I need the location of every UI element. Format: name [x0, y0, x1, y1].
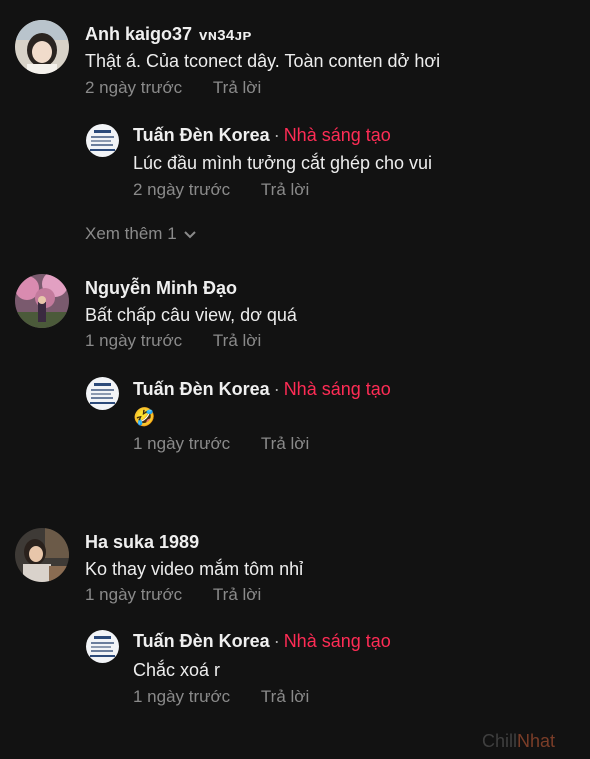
creator-label: Nhà sáng tạo [283, 125, 391, 145]
comment-author[interactable]: Ha suka 1989 [85, 532, 199, 553]
reply-button[interactable]: Trả lời [213, 331, 261, 350]
chevron-down-icon [183, 230, 196, 238]
reply-time: 1 ngày trước [133, 687, 231, 706]
comment-text: Thật á. Của tconect dây. Toàn conten dở … [85, 51, 441, 71]
reply-button[interactable]: Trả lời [213, 585, 261, 604]
comment-author[interactable]: Anh kaigo37 ᴠɴ34ᴊᴘ [85, 24, 252, 45]
comment-meta: 1 ngày trước Trả lời [85, 585, 261, 605]
comment-time: 1 ngày trước [85, 585, 183, 604]
comment-text: Ko thay video mắm tôm nhỉ [85, 559, 304, 579]
reply-button[interactable]: Trả lời [213, 78, 261, 97]
reply-text: Chắc xoá r [133, 660, 221, 680]
creator-label: Nhà sáng tạo [283, 631, 391, 651]
reply-author[interactable]: Tuấn Đèn Korea · Nhà sáng tạo [133, 125, 391, 146]
reply-meta: 1 ngày trước Trả lời [133, 434, 309, 454]
reply-emoji: 🤣 [133, 407, 156, 427]
reply-author[interactable]: Tuấn Đèn Korea · Nhà sáng tạo [133, 631, 391, 652]
view-more-replies-button[interactable]: Xem thêm 1 [85, 224, 197, 244]
avatar[interactable] [86, 630, 119, 663]
reply-button[interactable]: Trả lời [261, 180, 309, 199]
avatar[interactable] [15, 528, 69, 582]
reply-author[interactable]: Tuấn Đèn Korea · Nhà sáng tạo [133, 379, 391, 400]
reply-meta: 1 ngày trước Trả lời [133, 687, 309, 707]
country-badge: ᴠɴ34ᴊᴘ [199, 27, 252, 44]
comments-panel: Anh kaigo37 ᴠɴ34ᴊᴘ Thật á. Của tconect d… [0, 0, 590, 759]
reply-meta: 2 ngày trước Trả lời [133, 180, 309, 200]
reply-text: Lúc đầu mình tưởng cắt ghép cho vui [133, 153, 433, 173]
avatar[interactable] [15, 20, 69, 74]
watermark: ChillNhat [482, 731, 556, 751]
avatar[interactable] [86, 377, 119, 410]
reply-button[interactable]: Trả lời [261, 687, 309, 706]
comment-time: 2 ngày trước [85, 78, 183, 97]
comment-time: 1 ngày trước [85, 331, 183, 350]
comment-meta: 2 ngày trước Trả lời [85, 78, 261, 98]
reply-time: 2 ngày trước [133, 180, 231, 199]
creator-label: Nhà sáng tạo [283, 379, 391, 399]
comment-meta: 1 ngày trước Trả lời [85, 331, 261, 351]
comment-author[interactable]: Nguyễn Minh Đạo [85, 278, 237, 299]
reply-time: 1 ngày trước [133, 434, 231, 453]
reply-button[interactable]: Trả lời [261, 434, 309, 453]
avatar[interactable] [86, 124, 119, 157]
comment-text: Bất chấp câu view, dơ quá [85, 305, 297, 325]
avatar[interactable] [15, 274, 69, 328]
